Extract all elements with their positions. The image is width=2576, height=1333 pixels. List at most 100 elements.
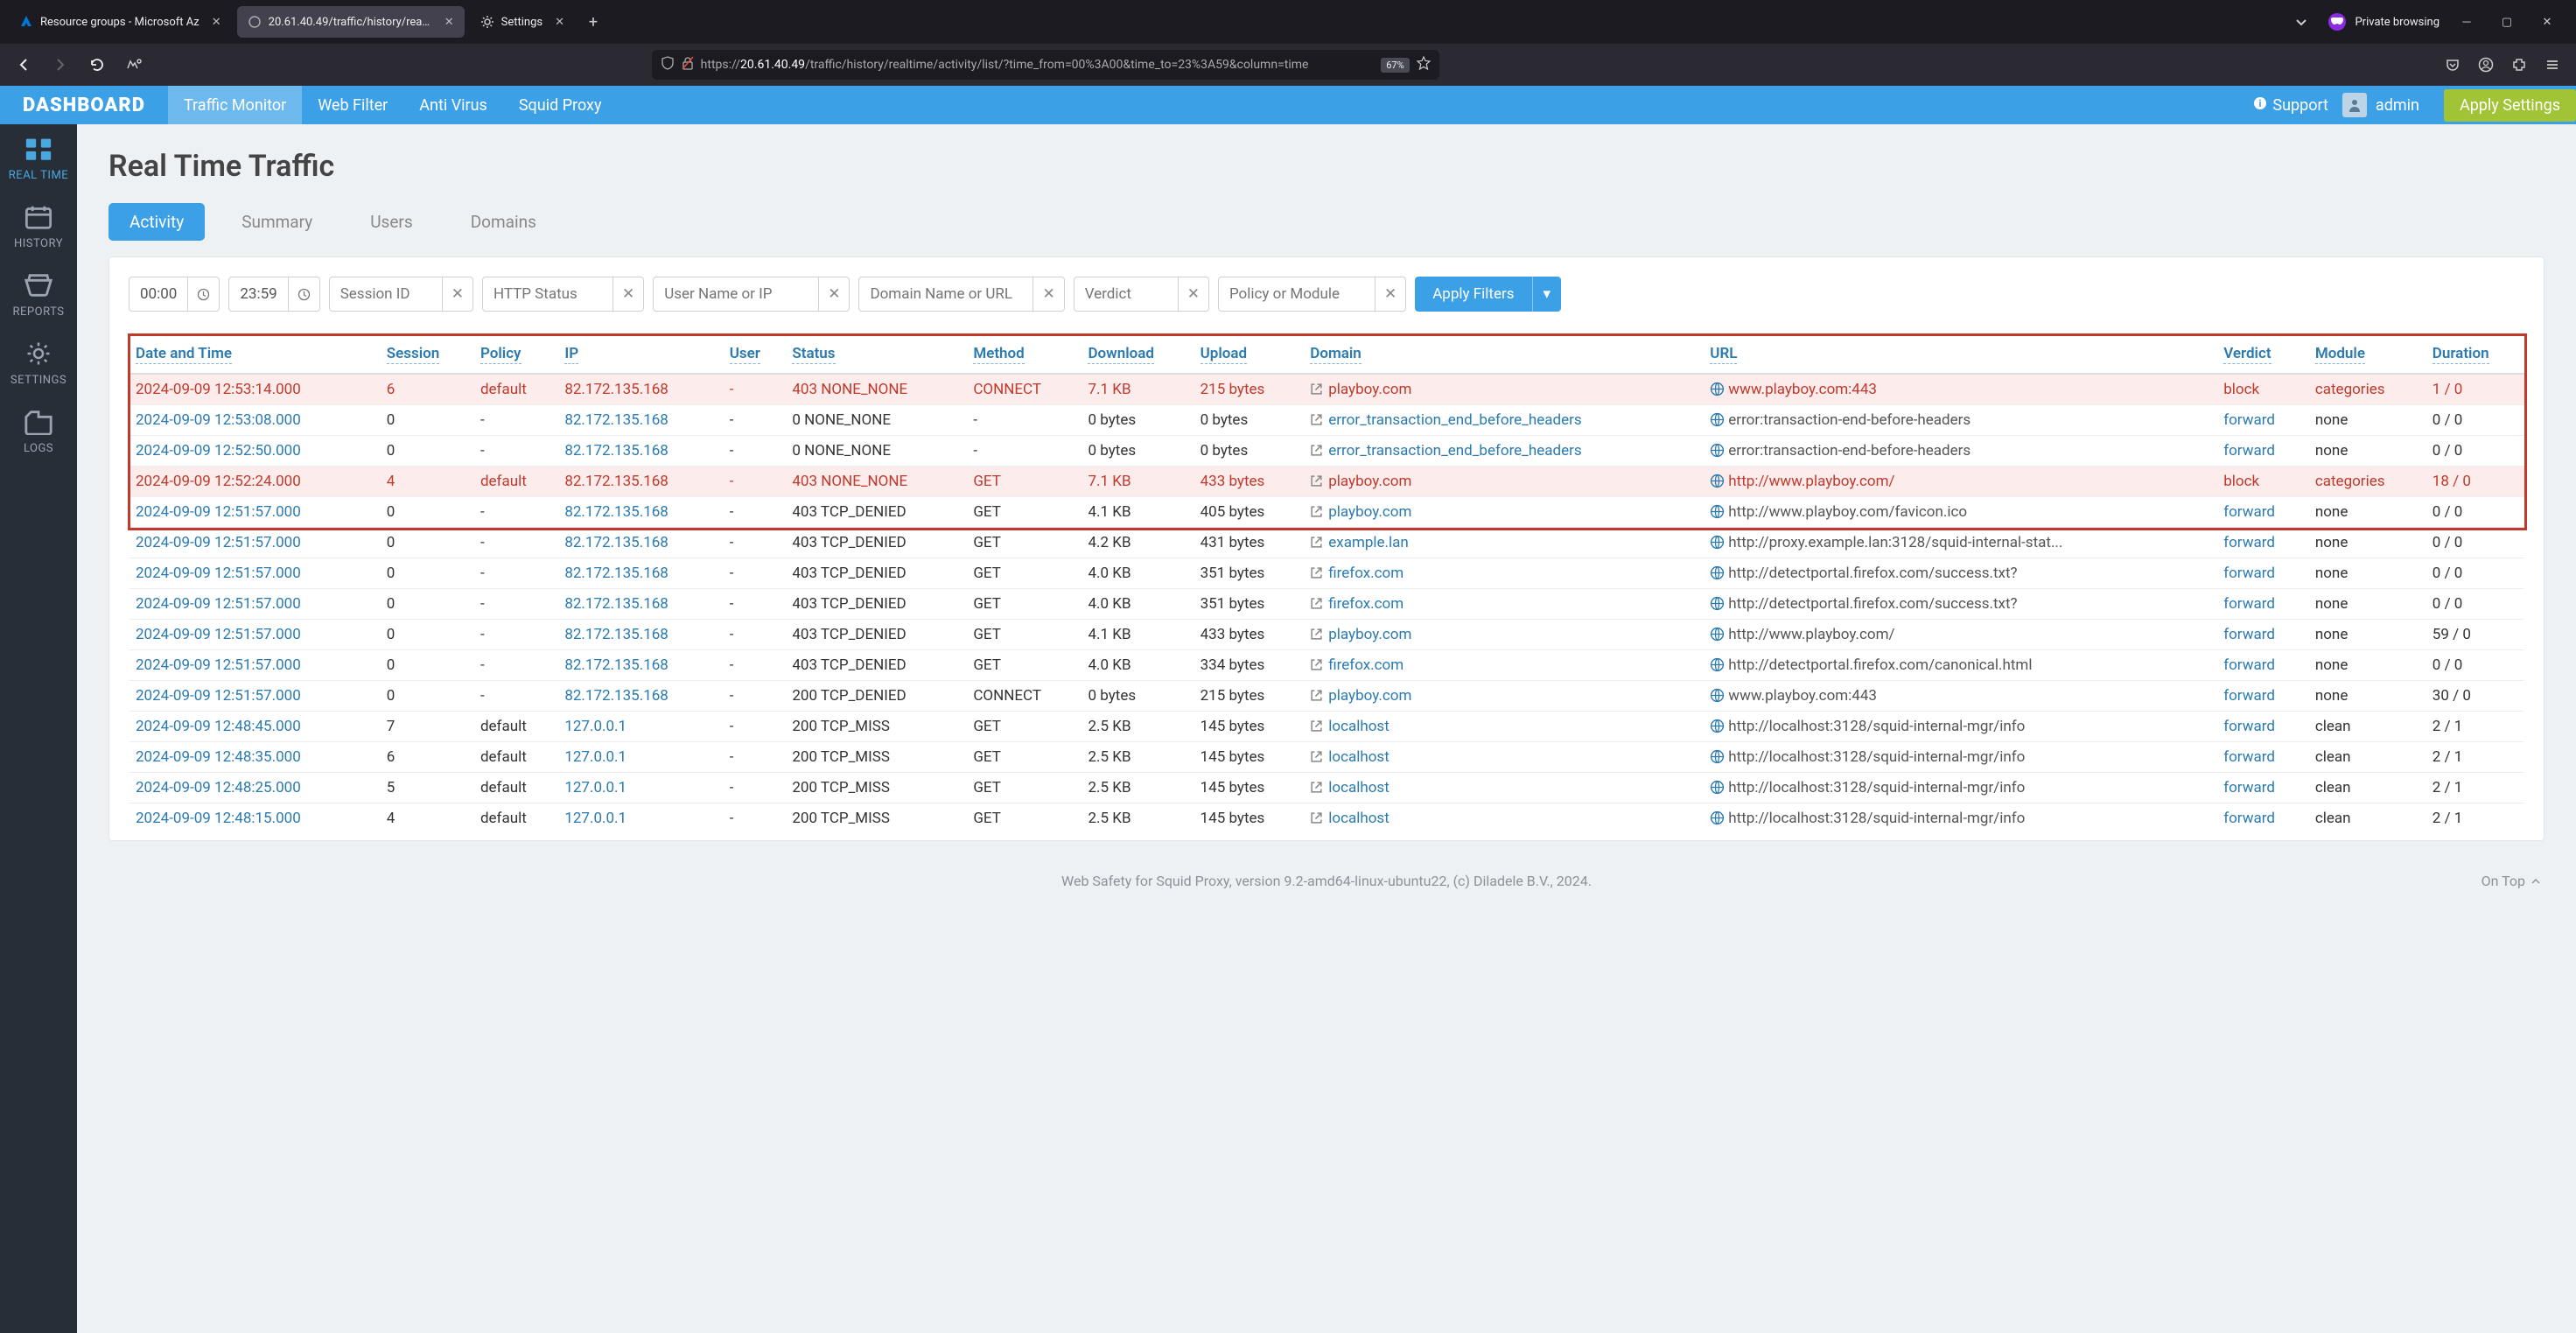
url-link[interactable]: www.playboy.com:443 [1728,687,1877,705]
verdict-link[interactable]: forward [2223,626,2275,643]
domain-link[interactable]: localhost [1328,748,1390,766]
clock-icon[interactable] [188,277,220,312]
verdict-link[interactable]: forward [2223,779,2275,796]
clear-icon[interactable]: ✕ [1033,277,1064,312]
datetime-link[interactable]: 2024-09-09 12:51:57.000 [136,656,301,674]
domain-link[interactable]: localhost [1328,779,1390,796]
external-link-icon[interactable] [1310,536,1323,549]
datetime-link[interactable]: 2024-09-09 12:52:24.000 [136,473,301,490]
external-link-icon[interactable] [1310,781,1323,794]
external-link-icon[interactable] [1310,719,1323,733]
domain-link[interactable]: example.lan [1328,534,1409,551]
nav-squid-proxy[interactable]: Squid Proxy [503,86,618,124]
close-tab-icon[interactable]: ✕ [212,16,221,29]
verdict-link[interactable]: forward [2223,565,2275,582]
verdict-link[interactable]: forward [2223,442,2275,460]
apply-filters-dropdown[interactable]: ▾ [1532,277,1562,312]
verdict-link[interactable]: forward [2223,718,2275,735]
verdict-link[interactable]: block [2223,381,2259,398]
column-header[interactable]: Module [2308,336,2426,374]
datetime-link[interactable]: 2024-09-09 12:51:57.000 [136,626,301,643]
url-link[interactable]: http://proxy.example.lan:3128/squid-inte… [1728,534,2062,551]
ip-link[interactable]: 82.172.135.168 [564,442,668,460]
datetime-link[interactable]: 2024-09-09 12:51:57.000 [136,534,301,551]
verdict-link[interactable]: forward [2223,687,2275,705]
zoom-indicator[interactable]: 67% [1381,58,1409,73]
datetime-link[interactable]: 2024-09-09 12:53:08.000 [136,411,301,429]
url-link[interactable]: http://detectportal.firefox.com/canonica… [1728,656,2032,674]
datetime-link[interactable]: 2024-09-09 12:53:14.000 [136,381,301,398]
apply-filters-button[interactable]: Apply Filters [1415,277,1531,312]
url-link[interactable]: http://localhost:3128/squid-internal-mgr… [1728,718,2025,735]
domain-filter-input[interactable] [858,277,1033,312]
datetime-link[interactable]: 2024-09-09 12:51:57.000 [136,503,301,521]
verdict-link[interactable]: forward [2223,503,2275,521]
ip-link[interactable]: 127.0.0.1 [564,779,626,796]
ip-link[interactable]: 127.0.0.1 [564,810,626,827]
close-tab-icon[interactable]: ✕ [444,16,454,29]
browser-tab[interactable]: Resource groups - Microsoft Az ✕ [9,6,232,38]
column-header[interactable]: User [723,336,786,374]
domain-link[interactable]: firefox.com [1328,595,1404,613]
verdict-link[interactable]: forward [2223,595,2275,613]
external-link-icon[interactable] [1310,689,1323,702]
pocket-icon[interactable] [2438,50,2468,80]
url-link[interactable]: http://detectportal.firefox.com/success.… [1728,595,2017,613]
bookmark-star-icon[interactable] [1417,56,1431,74]
clear-icon[interactable]: ✕ [819,277,850,312]
column-header[interactable]: Domain [1303,336,1703,374]
column-header[interactable]: Session [380,336,473,374]
sidebar-item-reports[interactable]: REPORTS [0,261,77,329]
clear-icon[interactable]: ✕ [443,277,473,312]
session-filter-input[interactable] [329,277,443,312]
ip-link[interactable]: 82.172.135.168 [564,381,668,398]
url-link[interactable]: http://www.playboy.com/ [1728,626,1894,643]
browser-tab[interactable]: 20.61.40.49/traffic/history/realtime ✕ [237,6,465,38]
user-filter-input[interactable] [653,277,819,312]
sidebar-item-logs[interactable]: LOGS [0,397,77,466]
ip-link[interactable]: 82.172.135.168 [564,656,668,674]
clock-icon[interactable] [289,277,320,312]
window-minimize-button[interactable]: ─ [2446,9,2487,35]
url-link[interactable]: http://localhost:3128/squid-internal-mgr… [1728,810,2025,827]
ip-link[interactable]: 82.172.135.168 [564,687,668,705]
column-header[interactable]: Method [966,336,1081,374]
column-header[interactable]: Upload [1194,336,1304,374]
ip-link[interactable]: 82.172.135.168 [564,411,668,429]
subtab-summary[interactable]: Summary [220,203,333,241]
nav-anti-virus[interactable]: Anti Virus [403,86,503,124]
extensions-icon[interactable] [2504,50,2534,80]
clear-icon[interactable]: ✕ [1179,277,1209,312]
apply-settings-button[interactable]: Apply Settings [2444,89,2576,122]
external-link-icon[interactable] [1310,750,1323,763]
column-header[interactable]: Verdict [2216,336,2308,374]
url-bar[interactable]: https://20.61.40.49/traffic/history/real… [652,50,1439,80]
tab-overview-button[interactable] [2281,9,2321,35]
url-link[interactable]: http://localhost:3128/squid-internal-mgr… [1728,748,2025,766]
nav-traffic-monitor[interactable]: Traffic Monitor [168,86,302,124]
datetime-link[interactable]: 2024-09-09 12:48:35.000 [136,748,301,766]
verdict-link[interactable]: forward [2223,748,2275,766]
external-link-icon[interactable] [1310,811,1323,824]
domain-link[interactable]: firefox.com [1328,565,1404,582]
column-header[interactable]: Duration [2426,336,2524,374]
user-menu[interactable]: admin [2342,93,2419,117]
ip-link[interactable]: 82.172.135.168 [564,595,668,613]
url-link[interactable]: error:transaction-end-before-headers [1728,442,1970,460]
verdict-filter-input[interactable] [1074,277,1179,312]
ip-link[interactable]: 82.172.135.168 [564,534,668,551]
nav-back-button[interactable] [9,50,38,80]
datetime-link[interactable]: 2024-09-09 12:52:50.000 [136,442,301,460]
external-link-icon[interactable] [1310,413,1323,426]
sidebar-item-history[interactable]: HISTORY [0,193,77,261]
url-link[interactable]: error:transaction-end-before-headers [1728,411,1970,429]
app-brand[interactable]: DASHBOARD [0,94,168,116]
column-header[interactable]: Policy [473,336,557,374]
verdict-link[interactable]: forward [2223,810,2275,827]
ip-link[interactable]: 82.172.135.168 [564,503,668,521]
nav-reload-button[interactable] [82,50,112,80]
domain-link[interactable]: error_transaction_end_before_headers [1328,411,1581,429]
column-header[interactable]: IP [557,336,722,374]
shield-icon[interactable] [661,56,675,74]
nav-forward-button[interactable] [46,50,75,80]
